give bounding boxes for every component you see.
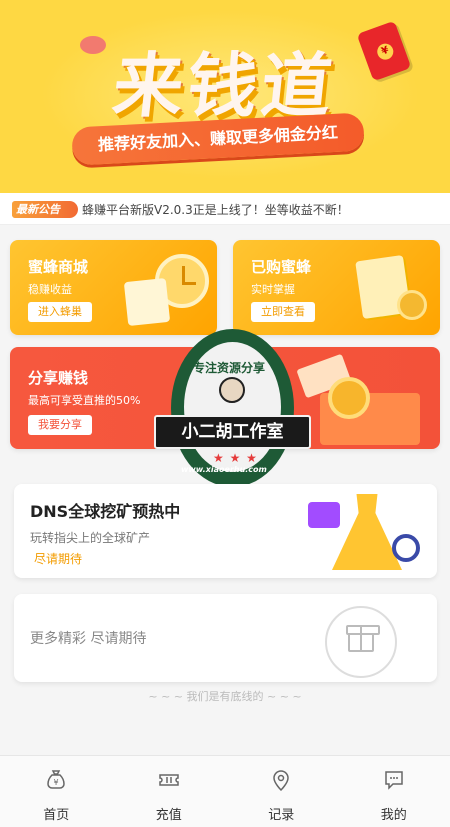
purchased-bees-desc: 实时掌握 [251, 283, 295, 296]
tab-home-label: 首页 [43, 808, 70, 823]
promo-banner[interactable]: 来钱道 推荐好友加入、赚取更多佣金分红 [0, 0, 450, 193]
purchased-bees-title: 已购蜜蜂 [251, 258, 312, 276]
ticket-icon [159, 774, 179, 786]
coin-icon [328, 377, 370, 419]
tab-home[interactable]: ¥ 首页 [0, 756, 113, 827]
share-button[interactable]: 我要分享 [28, 415, 92, 435]
coming-soon-link[interactable]: 尽请期待 [30, 549, 86, 569]
list-icon [123, 277, 171, 327]
bee-mall-title: 蜜蜂商城 [28, 258, 89, 276]
enter-hive-button[interactable]: 进入蜂巢 [28, 302, 92, 322]
announcement-text[interactable]: 蜂赚平台新版V2.0.3正是上线了！坐等收益不断！ [82, 201, 349, 218]
bee-mall-card[interactable]: 蜜蜂商城 稳赚收益 进入蜂巢 [10, 240, 217, 335]
bottom-tab-bar: ¥ 首页 充值 记录 我的 [0, 755, 450, 827]
watermark-name: 小二胡工作室 [181, 422, 284, 442]
bee-mall-desc: 稳赚收益 [28, 283, 72, 296]
share-earn-title: 分享赚钱 [28, 369, 89, 387]
purchased-bees-card[interactable]: 已购蜜蜂 实时掌握 立即查看 [233, 240, 440, 335]
view-now-button[interactable]: 立即查看 [251, 302, 315, 322]
headphones-icon [392, 534, 420, 562]
tab-mine[interactable]: 我的 [338, 756, 450, 827]
dress-icon [332, 494, 402, 570]
tab-recharge[interactable]: 充值 [113, 756, 226, 827]
more-coming-card[interactable]: 更多精彩 尽请期待 [14, 594, 437, 682]
share-earn-desc: 最高可享受直推的50% [28, 394, 141, 407]
dns-mining-card[interactable]: DNS全球挖矿预热中 玩转指尖上的全球矿产 尽请期待 [14, 484, 437, 578]
tab-recharge-label: 充值 [155, 808, 182, 823]
announcement-badge: 最新公告 [12, 201, 78, 218]
watermark-face-icon [219, 377, 245, 403]
watermark-top-text: 专注资源分享 [193, 361, 266, 375]
coins-icon [397, 290, 427, 320]
more-coming-text: 更多精彩 尽请期待 [30, 631, 147, 647]
svg-text:¥: ¥ [54, 778, 59, 787]
end-of-list-text: ~ ~ ~ 我们是有底线的 ~ ~ ~ [148, 690, 302, 703]
watermark-stars: ★ ★ ★ [213, 451, 258, 465]
location-pin-icon [273, 770, 290, 792]
gift-icon [346, 625, 380, 652]
tab-records-label: 记录 [268, 808, 295, 823]
watermark-seal: 专注资源分享 小二胡工作室 ★ ★ ★ www.xiaoerhu.com [154, 329, 311, 487]
watermark-ribbon: 小二胡工作室 [154, 415, 311, 449]
tab-records[interactable]: 记录 [225, 756, 338, 827]
money-bag-icon: ¥ [47, 770, 66, 789]
dns-mining-desc: 玩转指尖上的全球矿产 [30, 531, 151, 545]
dns-mining-title: DNS全球挖矿预热中 [30, 502, 181, 521]
shopping-bag-icon [308, 502, 340, 528]
tab-mine-label: 我的 [380, 808, 407, 823]
watermark-url: www.xiaoerhu.com [181, 465, 267, 474]
announcement-bar[interactable]: 最新公告 蜂赚平台新版V2.0.3正是上线了！坐等收益不断！ [0, 193, 450, 225]
chat-bubble-icon [385, 771, 403, 790]
